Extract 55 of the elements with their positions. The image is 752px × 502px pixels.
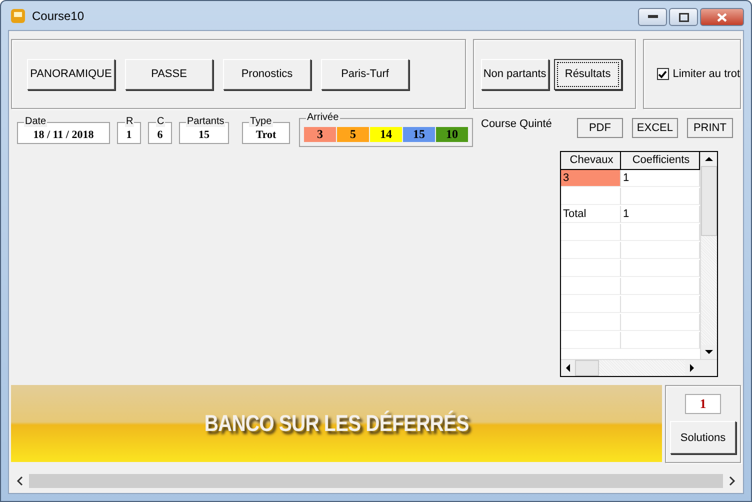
table-cell	[561, 188, 621, 205]
column-header[interactable]: Chevaux	[561, 152, 621, 169]
arrival-chip: 14	[370, 127, 402, 142]
table-cell	[561, 278, 621, 295]
minimize-button[interactable]	[638, 8, 667, 26]
nav-button[interactable]: PASSE	[125, 58, 213, 90]
field-value: 18 / 11 / 2018	[33, 129, 94, 143]
window-title: Course10	[32, 8, 86, 22]
field-label: C	[156, 116, 166, 127]
app-icon	[10, 8, 26, 24]
export-button[interactable]: EXCEL	[632, 118, 678, 138]
banner-text: BANCO SUR LES DÉFERRÉS	[204, 410, 469, 437]
action-button[interactable]: Résultats	[554, 58, 622, 90]
field-value: 1	[126, 129, 132, 143]
table-cell	[561, 296, 621, 313]
arrival-chip: 10	[436, 127, 468, 142]
count-field: 1	[685, 394, 721, 414]
minimize-icon	[648, 15, 658, 19]
checkbox[interactable]	[656, 68, 669, 80]
maximize-icon	[678, 12, 688, 22]
nav-button[interactable]: PANORAMIQUE	[27, 58, 115, 90]
close-button[interactable]	[700, 8, 744, 26]
export-button[interactable]: PRINT	[686, 118, 733, 138]
field-label: Type	[249, 116, 273, 127]
table-cell	[561, 260, 621, 277]
arrival-chip: 5	[337, 127, 369, 142]
nav-button[interactable]: Pronostics	[223, 58, 311, 90]
table-cell	[561, 332, 621, 349]
solutions-button[interactable]: Solutions	[670, 421, 736, 454]
field-label: R	[125, 116, 134, 127]
table-cell	[561, 224, 621, 241]
field-value: 15	[198, 129, 210, 143]
close-icon	[717, 12, 727, 22]
field-value: Trot	[256, 129, 276, 143]
table-cell	[561, 314, 621, 331]
table-cell: 3	[561, 170, 621, 187]
vertical-scrollbar[interactable]	[700, 152, 717, 359]
scroll-thumb[interactable]	[701, 166, 717, 236]
action-button[interactable]: Non partants	[480, 58, 549, 90]
race-label: Course Quinté	[481, 118, 552, 130]
arrival-chip: 15	[403, 127, 435, 142]
scroll-thumb[interactable]	[29, 474, 723, 488]
table-cell: Total	[561, 206, 621, 223]
nav-button[interactable]: Paris-Turf	[321, 58, 409, 90]
field-value: 6	[157, 129, 163, 143]
arrival-chip: 3	[304, 127, 336, 142]
export-button[interactable]: PDF	[576, 118, 623, 138]
field-label: Partants	[186, 116, 226, 127]
scroll-thumb[interactable]	[575, 360, 599, 376]
table-cell	[561, 242, 621, 259]
checkbox-label[interactable]: Limiter au trot	[672, 68, 740, 80]
field-label: Date	[24, 116, 48, 127]
maximize-button[interactable]	[669, 8, 698, 26]
horizontal-scrollbar[interactable]	[561, 359, 717, 376]
group-label: Arrivée	[306, 112, 340, 123]
